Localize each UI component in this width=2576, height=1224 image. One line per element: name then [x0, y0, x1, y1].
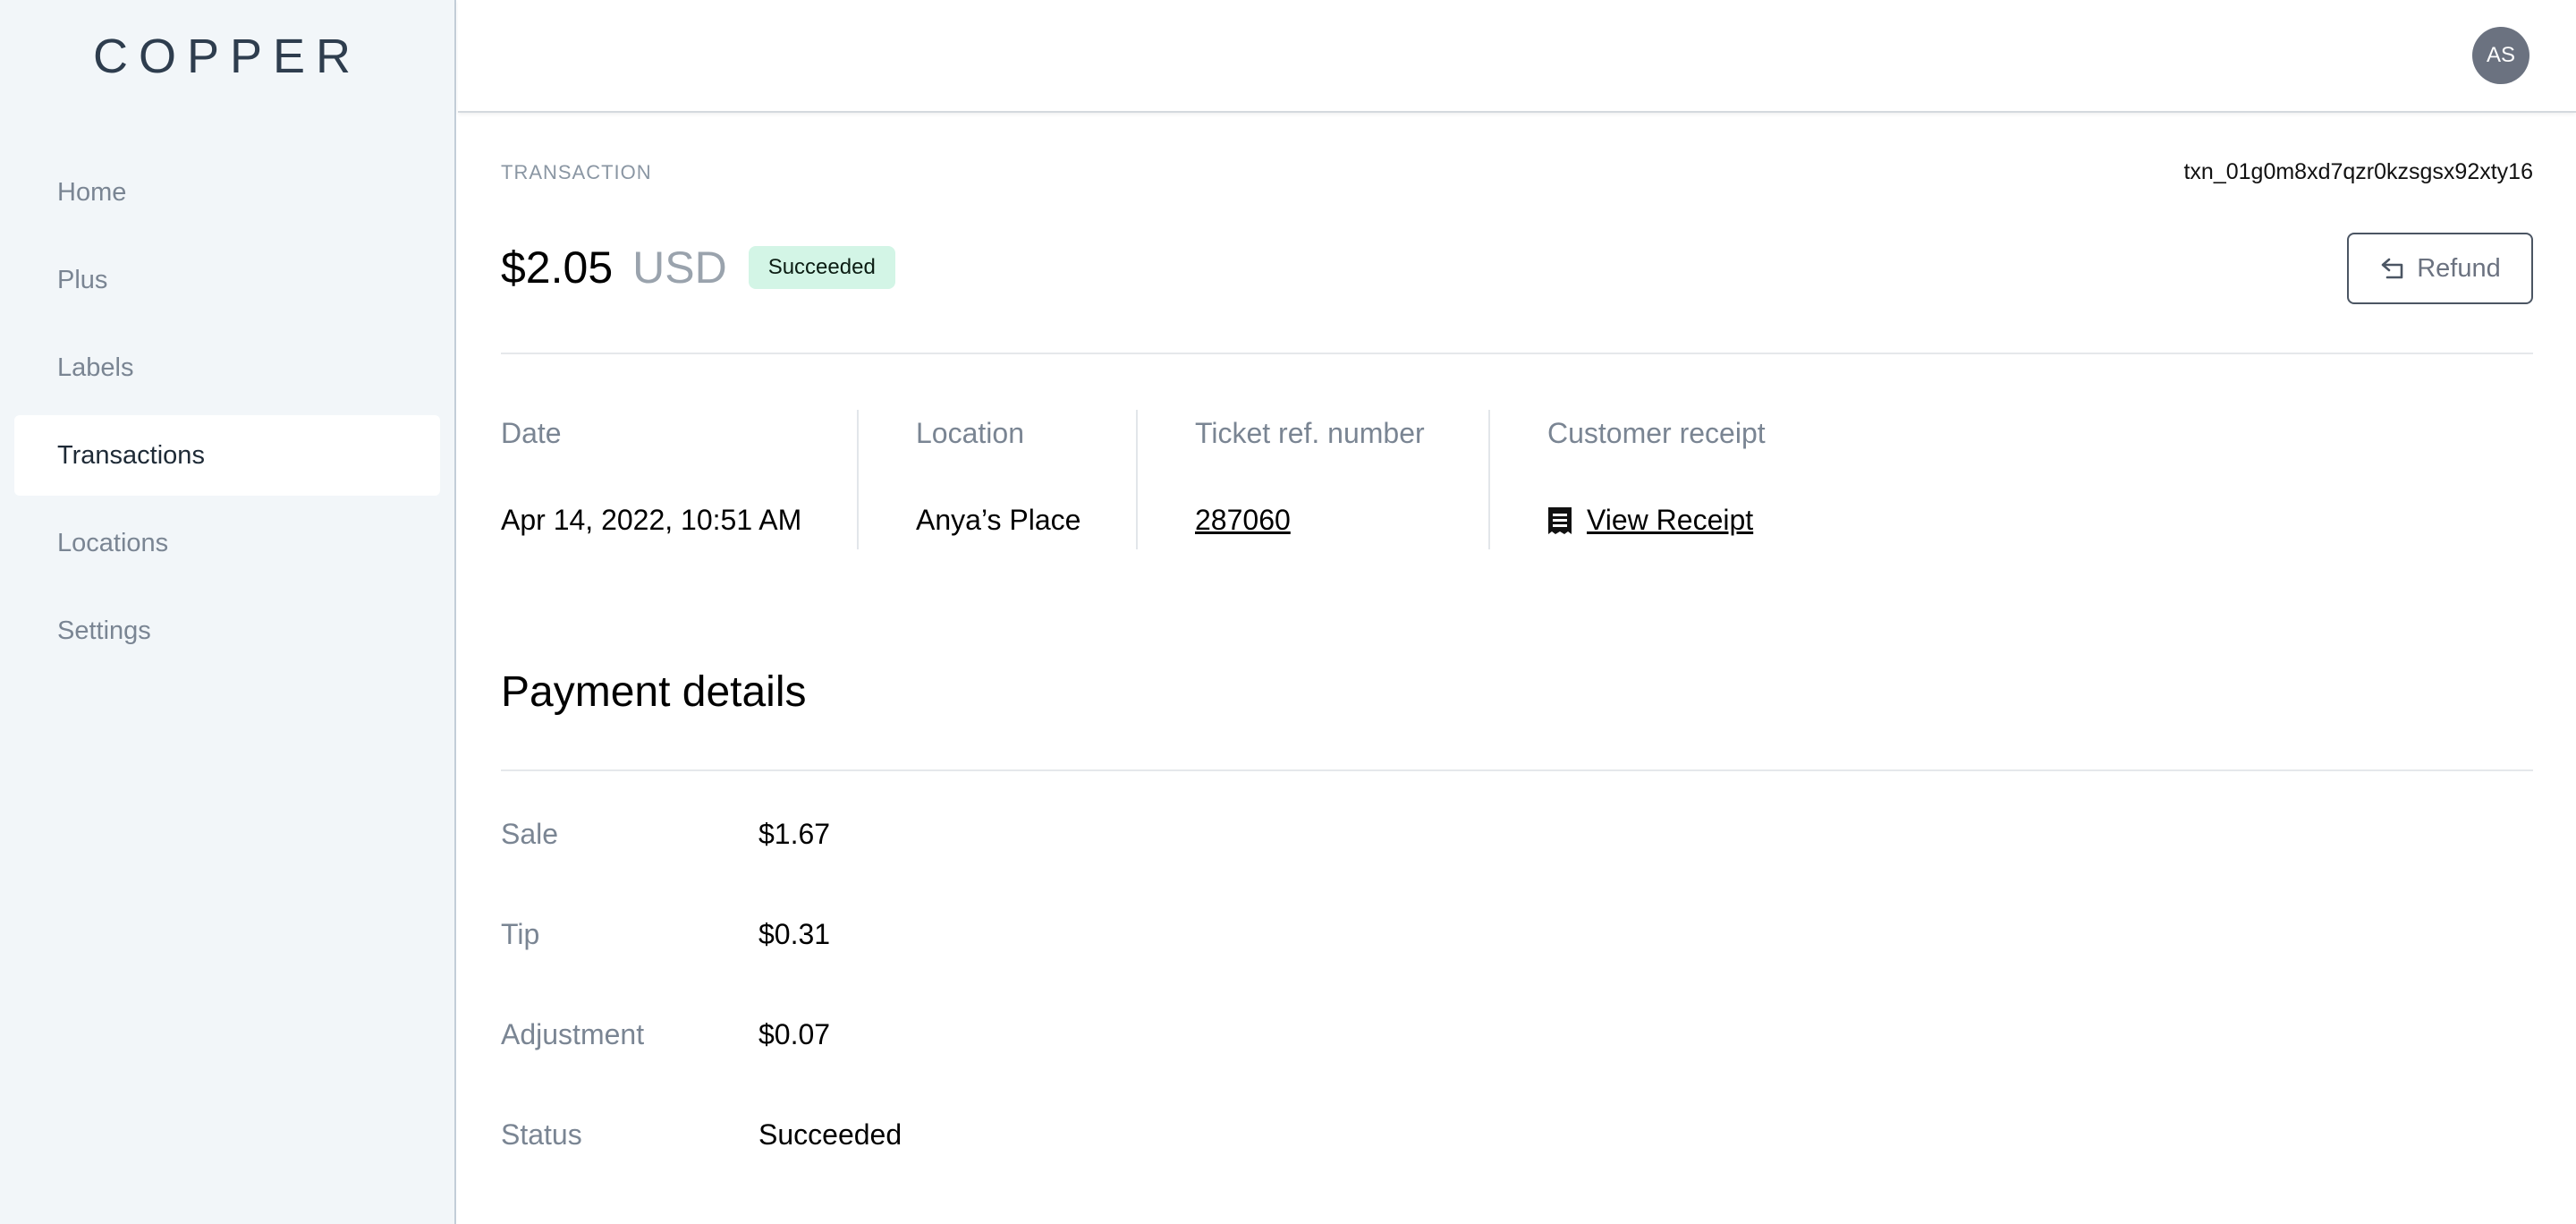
location-label: Location — [916, 417, 1024, 449]
date-value: Apr 14, 2022, 10:51 AM — [501, 504, 802, 536]
sale-label: Sale — [501, 818, 559, 850]
divider — [501, 769, 2533, 771]
detail-row-status: Status Succeeded — [501, 1118, 902, 1219]
adjustment-value: $0.07 — [758, 1018, 831, 1050]
date-label: Date — [501, 417, 562, 449]
transaction-currency: USD — [632, 242, 727, 293]
sidebar-item-locations[interactable]: Locations — [14, 503, 440, 583]
page-overline: TRANSACTION — [501, 161, 652, 183]
sidebar-item-transactions[interactable]: Transactions — [14, 415, 440, 496]
tip-label: Tip — [501, 918, 540, 950]
location-value: Anya’s Place — [916, 504, 1081, 536]
status-value: Succeeded — [758, 1118, 902, 1151]
sidebar: COPPER Home Plus Labels Transactions Loc… — [0, 0, 456, 1224]
refund-icon — [2381, 258, 2403, 279]
amount-row: $2.05 USD Succeeded — [501, 242, 895, 293]
ticket-value: 287060 — [1195, 504, 1488, 537]
sale-value: $1.67 — [758, 818, 831, 850]
top-bar: AS — [458, 0, 2576, 113]
meta-location: Location Anya’s Place — [859, 410, 1138, 549]
meta-ticket: Ticket ref. number 287060 — [1138, 410, 1490, 549]
sidebar-item-plus[interactable]: Plus — [14, 240, 440, 320]
sidebar-nav: Home Plus Labels Transactions Locations … — [14, 152, 440, 678]
payment-details-title: Payment details — [501, 668, 807, 716]
ticket-link[interactable]: 287060 — [1195, 504, 1291, 537]
transaction-id: txn_01g0m8xd7qzr0kzsgsx92xty16 — [2183, 159, 2533, 184]
detail-row-adjustment: Adjustment $0.07 — [501, 1018, 902, 1118]
receipt-value: View Receipt — [1547, 504, 1866, 537]
meta-receipt: Customer receipt View Receipt — [1490, 410, 1866, 549]
user-avatar[interactable]: AS — [2472, 27, 2529, 84]
transaction-amount: $2.05 — [501, 242, 614, 293]
payment-details-list: Sale $1.67 Tip $0.31 Adjustment $0.07 St… — [501, 818, 902, 1219]
meta-date: Date Apr 14, 2022, 10:51 AM — [501, 410, 859, 549]
app-logo[interactable]: COPPER — [0, 0, 454, 157]
refund-button[interactable]: Refund — [2347, 233, 2533, 304]
status-badge: Succeeded — [748, 246, 895, 289]
refund-label: Refund — [2417, 253, 2501, 283]
sidebar-item-home[interactable]: Home — [14, 152, 440, 233]
detail-row-sale: Sale $1.67 — [501, 818, 902, 918]
sidebar-item-labels[interactable]: Labels — [14, 327, 440, 408]
receipt-icon — [1548, 506, 1572, 534]
adjustment-label: Adjustment — [501, 1018, 645, 1050]
sidebar-item-settings[interactable]: Settings — [14, 591, 440, 671]
divider — [501, 353, 2533, 354]
transaction-meta: Date Apr 14, 2022, 10:51 AM Location Any… — [501, 410, 1866, 549]
status-label: Status — [501, 1118, 582, 1151]
receipt-label: Customer receipt — [1547, 417, 1766, 449]
view-receipt-link[interactable]: View Receipt — [1587, 504, 1753, 537]
detail-row-tip: Tip $0.31 — [501, 918, 902, 1018]
tip-value: $0.31 — [758, 918, 831, 950]
ticket-label: Ticket ref. number — [1195, 417, 1425, 449]
